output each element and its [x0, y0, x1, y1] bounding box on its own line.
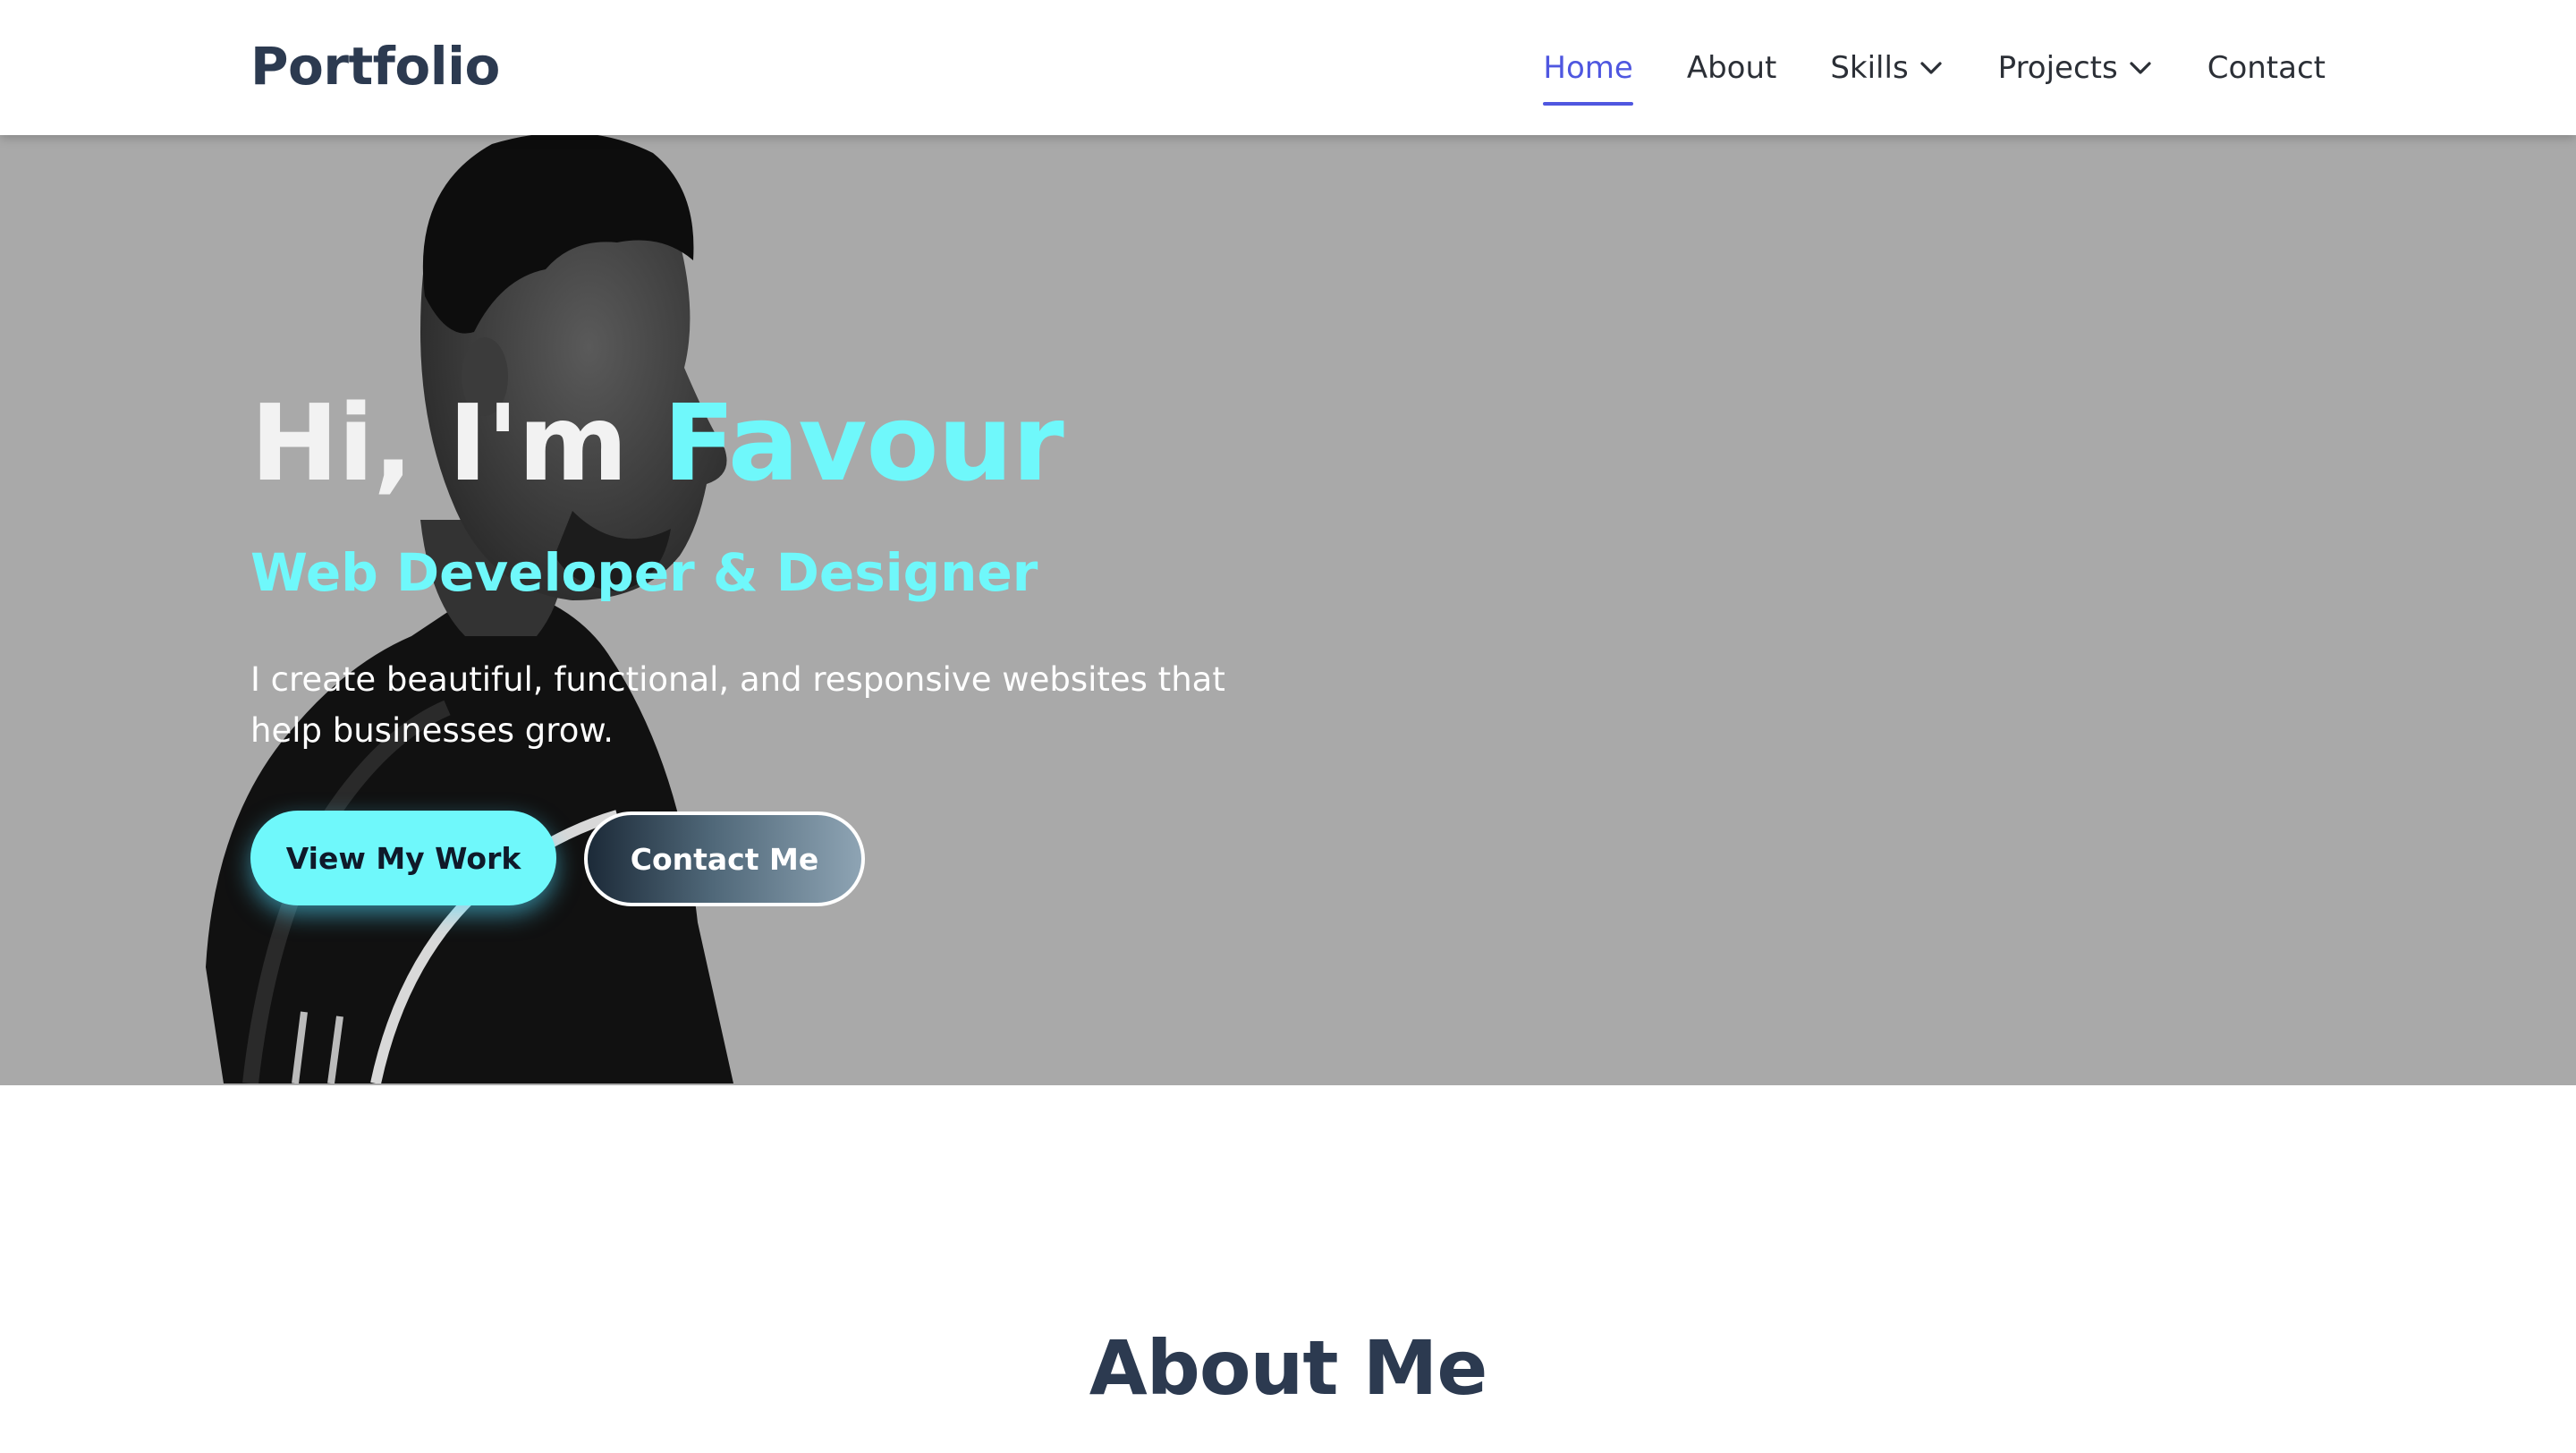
view-my-work-button[interactable]: View My Work [250, 811, 556, 905]
hero-portrait-image [206, 135, 733, 1083]
nav-link-label: Skills [1830, 49, 1909, 86]
site-logo[interactable]: Portfolio [250, 36, 500, 97]
nav-link-home[interactable]: Home [1543, 0, 1634, 135]
chevron-down-icon [2130, 61, 2151, 74]
about-section-title: About Me [1089, 1324, 1488, 1412]
hero-section: Hi, I'm Favour Web Developer & Designer … [0, 135, 2576, 1085]
contact-me-label: Contact Me [630, 841, 819, 877]
view-my-work-label: View My Work [285, 840, 521, 876]
nav-link-contact[interactable]: Contact [2207, 0, 2326, 135]
hero-title: Hi, I'm Favour [250, 381, 1064, 505]
nav-link-label: Contact [2207, 49, 2326, 86]
nav-link-label: About [1686, 49, 1777, 86]
nav-link-label: Home [1543, 49, 1633, 86]
nav-link-label: Projects [1997, 49, 2118, 86]
nav-link-skills[interactable]: Skills [1830, 0, 1944, 135]
navbar: Portfolio Home About Skills Projects Con… [0, 0, 2576, 135]
hero-description: I create beautiful, functional, and resp… [250, 660, 1225, 750]
nav-links: Home About Skills Projects Contact [1543, 0, 2326, 135]
contact-me-button[interactable]: Contact Me [584, 811, 865, 906]
hero-greeting: Hi, I'm [250, 381, 628, 505]
nav-link-about[interactable]: About [1687, 0, 1777, 135]
nav-link-projects[interactable]: Projects [1998, 0, 2154, 135]
hero-name: Favour [663, 381, 1064, 505]
chevron-down-icon [1920, 61, 1942, 74]
hero-subtitle: Web Developer & Designer [250, 542, 1038, 603]
